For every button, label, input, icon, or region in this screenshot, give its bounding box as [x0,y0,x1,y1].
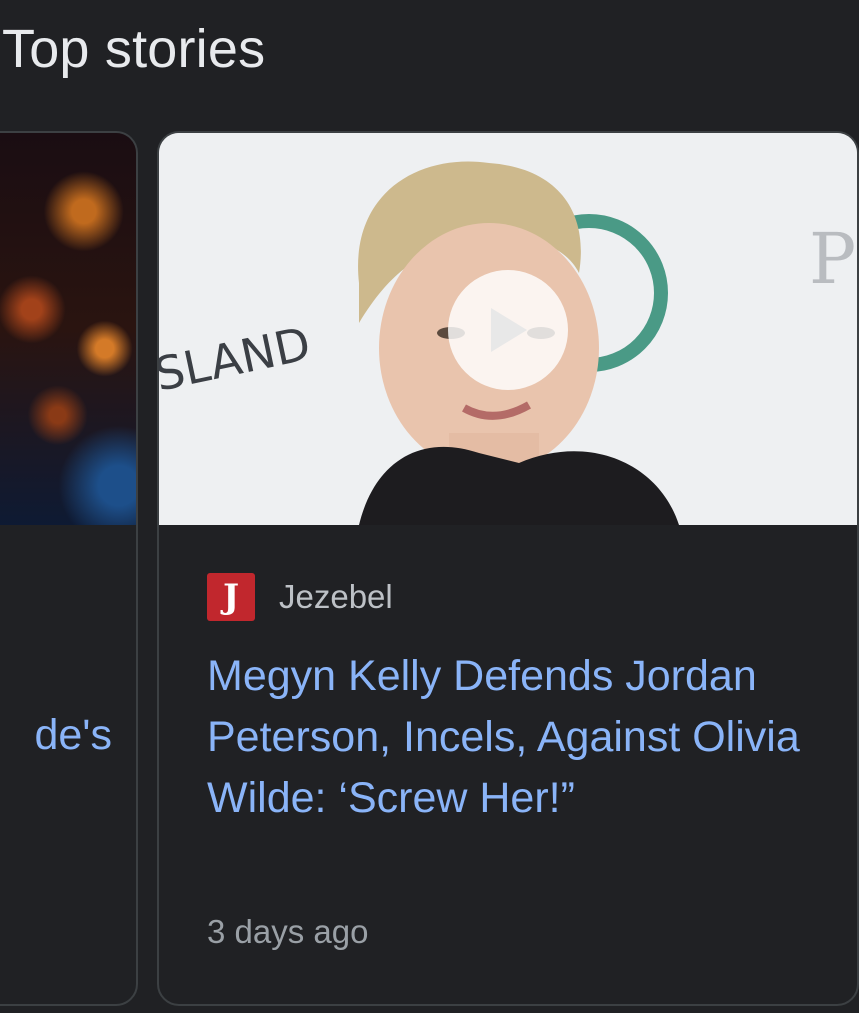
story-card-previous[interactable]: de's [0,131,138,1006]
story-card[interactable]: P SLAND J Jezebel Megyn Kelly Defends Jo… [157,131,859,1006]
publisher-name: Jezebel [279,578,393,615]
source-row: J Jezebel [207,573,393,621]
play-icon [491,308,527,352]
story-timestamp: 3 days ago [207,913,369,950]
section-title: Top stories [2,19,266,79]
story-thumbnail[interactable]: P SLAND [159,133,857,525]
publisher-logo-icon: J [207,573,255,621]
svg-text:P: P [809,218,856,300]
story-headline-link[interactable]: Megyn Kelly Defends Jordan Peterson, Inc… [207,646,827,829]
story-thumbnail[interactable] [0,133,136,525]
story-headline-fragment[interactable]: de's [0,711,112,760]
play-button[interactable] [448,270,568,390]
